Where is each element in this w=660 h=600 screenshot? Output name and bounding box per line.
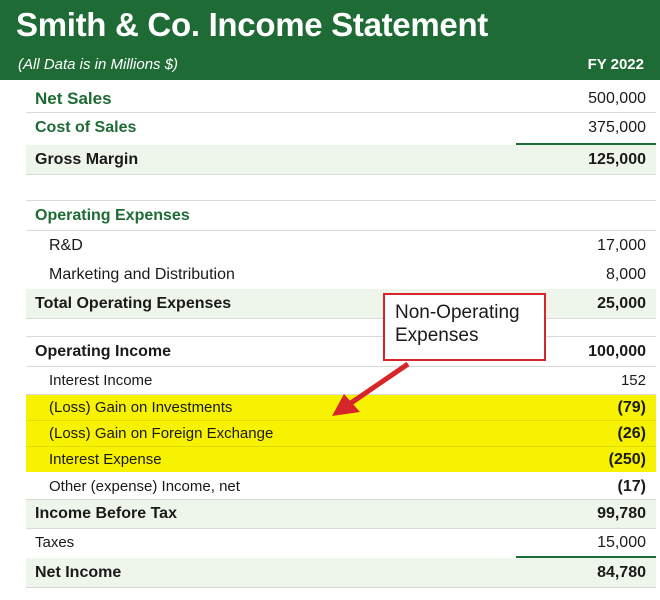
arrow-shaft [346,361,410,408]
callout-arrow [332,361,410,416]
callout-line-1: Non-Operating [395,302,520,323]
non-operating-callout: Non-Operating Expenses [383,293,546,361]
callout-line-2: Expenses [395,325,479,346]
